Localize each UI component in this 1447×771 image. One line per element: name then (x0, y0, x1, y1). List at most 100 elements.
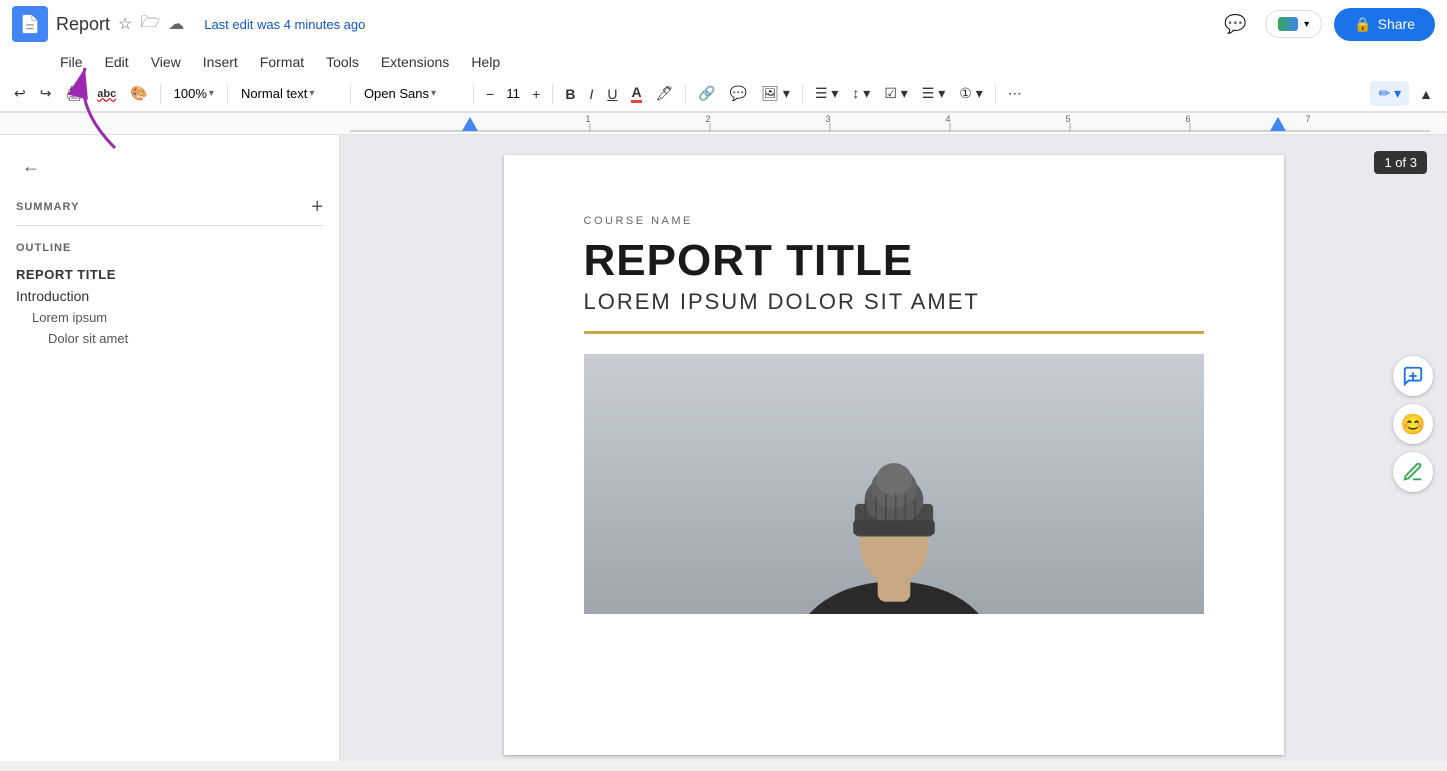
summary-add-button[interactable]: + (311, 197, 323, 217)
font-value: Open Sans (364, 86, 429, 101)
italic-button[interactable]: I (583, 82, 599, 106)
ruler: 1 2 3 4 5 6 7 (0, 113, 1447, 135)
meet-dropdown-arrow: ▾ (1304, 19, 1309, 30)
subtitle-text: LOREM IPSUM DOLOR SIT AMET (584, 289, 1204, 315)
spellcheck-button[interactable]: abc (91, 84, 122, 104)
font-size-decrease[interactable]: − (480, 82, 500, 106)
menu-item-tools[interactable]: Tools (316, 50, 369, 74)
menu-item-insert[interactable]: Insert (193, 50, 248, 74)
folder-icon[interactable]: 🗁 (140, 11, 160, 38)
cloud-icon[interactable]: ☁ (168, 14, 184, 34)
menu-item-view[interactable]: View (141, 50, 191, 74)
menu-item-extensions[interactable]: Extensions (371, 50, 459, 74)
page-counter: 1 of 3 (1374, 151, 1427, 174)
line-spacing-button[interactable]: ↕ ▾ (846, 81, 876, 106)
right-title-actions: 💬 ▾ 🔒 Share (1217, 6, 1435, 42)
summary-section: SUMMARY + (16, 197, 323, 226)
paint-format-button[interactable]: 🎨 (124, 81, 153, 106)
svg-text:5: 5 (1065, 114, 1070, 124)
summary-divider (16, 225, 323, 226)
comments-button[interactable]: 💬 (1217, 6, 1253, 42)
font-dropdown-arrow: ▾ (431, 88, 436, 99)
outline-item-lorem-ipsum[interactable]: Lorem ipsum (16, 307, 323, 328)
outline-section: OUTLINE REPORT TITLE Introduction Lorem … (16, 242, 323, 349)
right-actions: 😊 (1393, 356, 1433, 492)
redo-button[interactable]: ↪ (34, 81, 58, 106)
menu-item-edit[interactable]: Edit (95, 50, 139, 74)
share-label: Share (1378, 16, 1415, 32)
separator-3 (350, 84, 351, 104)
outline-label: OUTLINE (16, 242, 323, 254)
zoom-value: 100% (174, 86, 207, 101)
zoom-dropdown-arrow: ▾ (209, 88, 214, 99)
font-size-increase[interactable]: + (526, 82, 546, 106)
add-comment-action-button[interactable] (1393, 356, 1433, 396)
menu-item-format[interactable]: Format (250, 50, 314, 74)
menu-bar: File Edit View Insert Format Tools Exten… (0, 48, 1447, 76)
separator-4 (473, 84, 474, 104)
svg-text:6: 6 (1185, 114, 1190, 124)
report-title-text: REPORT TITLE (584, 237, 1204, 285)
menu-item-help[interactable]: Help (461, 50, 510, 74)
link-button[interactable]: 🔗 (692, 81, 721, 106)
bullets-button[interactable]: ☰ ▾ (916, 81, 951, 106)
golden-divider (584, 331, 1204, 334)
doc-title[interactable]: Report (56, 14, 110, 35)
separator-2 (227, 84, 228, 104)
more-options-button[interactable]: ⋯ (1002, 81, 1028, 106)
editing-mode-button[interactable]: ✏ ▾ (1370, 81, 1409, 106)
summary-header: SUMMARY + (16, 197, 323, 217)
person-silhouette (584, 354, 1204, 614)
svg-text:1: 1 (585, 114, 590, 124)
separator-6 (685, 84, 686, 104)
outline-item-introduction[interactable]: Introduction (16, 285, 323, 307)
last-edit-link[interactable]: Last edit was 4 minutes ago (204, 17, 365, 32)
svg-text:4: 4 (945, 114, 950, 124)
zoom-dropdown[interactable]: 100% ▾ (167, 82, 221, 105)
image-button[interactable]: 🖼 ▾ (755, 81, 796, 106)
outline-item-dolor-sit[interactable]: Dolor sit amet (16, 328, 323, 349)
sidebar-back-button[interactable]: ← (16, 151, 46, 181)
svg-text:3: 3 (825, 114, 830, 124)
font-size-value[interactable]: 11 (502, 86, 524, 101)
comment-button[interactable]: 💬 (724, 81, 753, 106)
bold-button[interactable]: B (559, 82, 581, 106)
google-docs-icon[interactable] (12, 6, 48, 42)
separator-7 (802, 84, 803, 104)
separator-1 (160, 84, 161, 104)
font-dropdown[interactable]: Open Sans ▾ (357, 82, 467, 105)
print-button[interactable]: 🖨 (59, 81, 89, 106)
align-button[interactable]: ☰ ▾ (809, 81, 844, 106)
title-icons: ☆ 🗁 ☁ (118, 11, 184, 38)
separator-5 (552, 84, 553, 104)
text-color-button[interactable]: A (625, 80, 647, 107)
toolbar: ↩ ↪ 🖨 abc 🎨 100% ▾ Normal text ▾ Open Sa… (0, 76, 1447, 112)
text-color-icon: A (631, 84, 641, 103)
suggest-edit-button[interactable] (1393, 452, 1433, 492)
course-name-text: COURSE NAME (584, 215, 1204, 227)
document-area: 1 of 3 COURSE NAME REPORT TITLE LOREM IP… (340, 135, 1447, 761)
meet-icon (1278, 17, 1298, 31)
emoji-reaction-button[interactable]: 😊 (1393, 404, 1433, 444)
top-bar: Report ☆ 🗁 ☁ Last edit was 4 minutes ago… (0, 0, 1447, 113)
numbering-button[interactable]: ① ▾ (953, 81, 988, 106)
undo-button[interactable]: ↩ (8, 81, 32, 106)
share-button[interactable]: 🔒 Share (1334, 8, 1435, 41)
lock-icon: 🔒 (1354, 16, 1371, 33)
checklist-button[interactable]: ☑ ▾ (878, 81, 913, 106)
meet-button[interactable]: ▾ (1265, 10, 1322, 38)
separator-8 (995, 84, 996, 104)
style-dropdown[interactable]: Normal text ▾ (234, 82, 344, 105)
collapse-toolbar-button[interactable]: ▲ (1413, 82, 1439, 106)
main-area: ← SUMMARY + OUTLINE REPORT TITLE Introdu… (0, 135, 1447, 761)
style-value: Normal text (241, 86, 307, 101)
document-page[interactable]: COURSE NAME REPORT TITLE LOREM IPSUM DOL… (504, 155, 1284, 755)
star-icon[interactable]: ☆ (118, 14, 132, 34)
menu-item-file[interactable]: File (50, 50, 93, 74)
outline-item-report-title[interactable]: REPORT TITLE (16, 264, 323, 285)
title-row: Report ☆ 🗁 ☁ Last edit was 4 minutes ago… (0, 0, 1447, 48)
svg-text:7: 7 (1305, 114, 1310, 124)
sidebar: ← SUMMARY + OUTLINE REPORT TITLE Introdu… (0, 135, 340, 761)
highlight-button[interactable]: 🖊 (650, 81, 680, 106)
underline-button[interactable]: U (601, 82, 623, 106)
